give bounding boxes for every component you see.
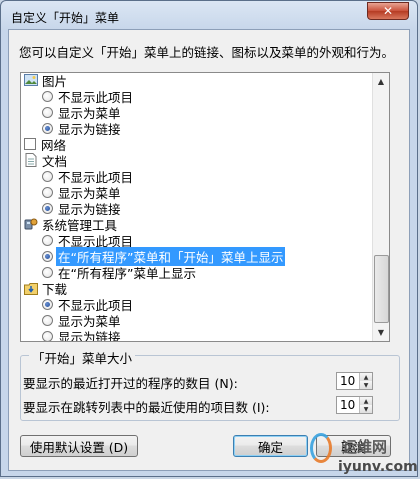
dialog-description: 您可以自定义「开始」菜单上的链接、图标以及菜单的外观和行为。 — [19, 45, 395, 60]
use-defaults-button[interactable]: 使用默认设置 (D) — [20, 435, 138, 457]
pictures-icon — [24, 73, 38, 87]
option-label: 显示为链接 — [58, 121, 121, 137]
button-label: 使用默认设置 (D) — [29, 439, 129, 455]
spinner-down-button[interactable]: ▼ — [360, 405, 372, 413]
cancel-button[interactable]: 取消 — [316, 435, 391, 457]
close-button[interactable]: ✕ — [367, 2, 409, 20]
radio-button[interactable] — [42, 330, 53, 341]
button-label: 确定 — [257, 439, 283, 455]
radio-button-selected[interactable] — [42, 250, 53, 262]
documents-icon — [24, 153, 38, 167]
dialog-client-area: 您可以自定义「开始」菜单上的链接、图标以及菜单的外观和行为。 图片 不显示此项目… — [8, 29, 410, 471]
button-label: 取消 — [340, 439, 366, 455]
recent-programs-label: 要显示的最近打开过的程序的数目 (N): — [23, 376, 238, 391]
network-checkbox[interactable] — [24, 138, 36, 150]
options-list-scrollbar[interactable]: ▲ ▼ — [372, 73, 389, 341]
spinner-buttons: ▲ ▼ — [359, 397, 372, 413]
downloads-option-link[interactable]: 显示为链接 — [42, 328, 121, 341]
option-label: 在“所有程序”菜单上显示 — [58, 265, 196, 281]
close-icon: ✕ — [382, 4, 394, 18]
ok-button[interactable]: 确定 — [233, 435, 308, 457]
title-bar[interactable]: 自定义「开始」菜单 ✕ — [1, 1, 417, 29]
menu-size-group-title: 「开始」菜单大小 — [29, 348, 136, 367]
radio-button-selected[interactable] — [42, 202, 53, 214]
arrow-down-icon: ▼ — [377, 328, 385, 337]
radio-button[interactable] — [42, 186, 53, 198]
radio-button[interactable] — [42, 170, 53, 182]
radio-button-selected[interactable] — [42, 298, 53, 310]
spinner-buttons: ▲ ▼ — [359, 373, 372, 389]
radio-button[interactable] — [42, 266, 53, 278]
scrollbar-thumb[interactable] — [374, 255, 389, 323]
arrow-up-icon: ▲ — [377, 77, 385, 86]
arrow-down-icon: ▼ — [363, 381, 369, 389]
radio-button-selected[interactable] — [42, 122, 53, 134]
dialog-window: 自定义「开始」菜单 ✕ 您可以自定义「开始」菜单上的链接、图标以及菜单的外观和行… — [0, 0, 418, 477]
spinner-down-button[interactable]: ▼ — [360, 381, 372, 389]
spinner-up-button[interactable]: ▲ — [360, 397, 372, 405]
radio-button[interactable] — [42, 90, 53, 102]
options-list-content: 图片 不显示此项目 显示为菜单 显示为链接 网络 文档 不显示此项目 显示为菜单… — [21, 73, 373, 341]
radio-button[interactable] — [42, 314, 53, 326]
window-title: 自定义「开始」菜单 — [11, 11, 120, 25]
jump-list-items-spinner[interactable]: 10 ▲ ▼ — [336, 396, 373, 414]
jump-list-items-label: 要显示在跳转列表中的最近使用的项目数 (I): — [23, 400, 270, 415]
radio-button[interactable] — [42, 106, 53, 118]
option-label: 显示为链接 — [58, 329, 121, 342]
start-menu-options-list[interactable]: 图片 不显示此项目 显示为菜单 显示为链接 网络 文档 不显示此项目 显示为菜单… — [20, 72, 390, 342]
arrow-up-icon: ▲ — [363, 373, 369, 381]
scroll-down-button[interactable]: ▼ — [373, 324, 389, 341]
downloads-icon — [24, 281, 38, 295]
spinner-up-button[interactable]: ▲ — [360, 373, 372, 381]
scroll-up-button[interactable]: ▲ — [373, 73, 389, 90]
arrow-down-icon: ▼ — [363, 405, 369, 413]
arrow-up-icon: ▲ — [363, 397, 369, 405]
admin-tools-icon — [24, 217, 38, 231]
jump-list-items-value[interactable]: 10 — [340, 398, 355, 412]
recent-programs-spinner[interactable]: 10 ▲ ▼ — [336, 372, 373, 390]
recent-programs-value[interactable]: 10 — [340, 374, 355, 388]
radio-button[interactable] — [42, 234, 53, 246]
